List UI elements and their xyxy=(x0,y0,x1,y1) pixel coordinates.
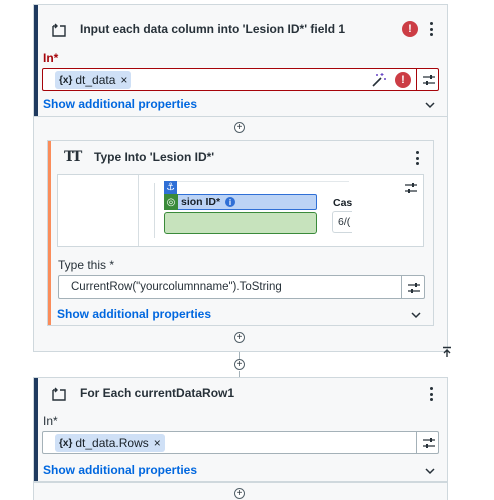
in-field[interactable]: {x} dt_data.Rows × xyxy=(42,431,439,454)
show-additional-properties-link[interactable]: Show additional properties xyxy=(57,307,211,321)
in-label: In* xyxy=(43,414,58,428)
activity-card-for-each[interactable]: For Each currentDataRow1 In* {x} dt_data… xyxy=(33,377,448,482)
property-options-icon[interactable] xyxy=(421,437,437,449)
magic-wand-icon[interactable] xyxy=(371,72,387,88)
card-accent-bar xyxy=(34,5,38,116)
property-options-icon[interactable] xyxy=(406,282,422,294)
required-mark: * xyxy=(53,51,59,65)
variable-chip[interactable]: {x} dt_data.Rows × xyxy=(55,434,165,452)
field-divider xyxy=(416,432,417,453)
preview-topline xyxy=(164,181,349,182)
property-options-icon[interactable] xyxy=(421,74,437,86)
type-this-field[interactable]: CurrentRow("yourcolumnname").ToString xyxy=(58,275,425,299)
target-input-highlight[interactable] xyxy=(164,212,317,234)
chevron-down-icon[interactable] xyxy=(424,465,436,477)
add-activity-icon[interactable]: + xyxy=(234,359,245,370)
show-additional-properties-link[interactable]: Show additional properties xyxy=(43,463,197,477)
chip-remove-button[interactable]: × xyxy=(154,436,161,450)
activity-title: For Each currentDataRow1 xyxy=(80,386,235,400)
info-icon: i xyxy=(225,197,235,207)
target-label-highlight[interactable]: ◎ sion ID* i xyxy=(164,194,317,210)
preview-cell-value: 6/( xyxy=(338,216,351,228)
add-activity-icon[interactable]: + xyxy=(234,122,245,133)
variable-icon: {x} xyxy=(59,74,73,86)
type-into-icon: TT xyxy=(64,149,82,165)
activity-card-type-into[interactable]: TT Type Into 'Lesion ID*' ⚓ ◎ sion ID* i… xyxy=(47,140,434,326)
field-error-icon[interactable]: ! xyxy=(395,72,411,88)
show-additional-properties-link[interactable]: Show additional properties xyxy=(43,97,197,111)
in-field[interactable]: {x} dt_data × ! xyxy=(42,68,439,91)
chip-remove-button[interactable]: × xyxy=(120,73,127,87)
type-this-label: Type this * xyxy=(58,258,114,272)
kebab-menu-icon[interactable] xyxy=(424,20,438,38)
target-icon: ◎ xyxy=(164,194,178,210)
in-label-text: In xyxy=(43,414,54,428)
activity-card-input-column[interactable]: Input each data column into 'Lesion ID*'… xyxy=(33,4,448,116)
field-divider xyxy=(416,69,417,90)
preview-column-cell: 6/( xyxy=(332,211,352,233)
required-mark: * xyxy=(53,414,58,428)
chip-label: dt_data.Rows xyxy=(75,436,149,450)
add-activity-icon[interactable]: + xyxy=(234,332,245,343)
target-preview[interactable]: ⚓ ◎ sion ID* i Cas 6/( xyxy=(57,174,424,247)
kebab-menu-icon[interactable] xyxy=(410,149,424,167)
anchor-icon[interactable]: ⚓ xyxy=(164,181,177,194)
activity-title: Input each data column into 'Lesion ID*'… xyxy=(80,22,346,36)
card-accent-bar xyxy=(48,141,51,325)
preview-field-label: sion ID* xyxy=(181,196,221,208)
error-icon[interactable]: ! xyxy=(402,21,418,37)
loop-icon xyxy=(52,23,66,37)
type-this-label-text: Type this xyxy=(58,258,107,272)
variable-icon: {x} xyxy=(59,437,73,449)
kebab-menu-icon[interactable] xyxy=(424,385,438,403)
chevron-down-icon[interactable] xyxy=(410,309,422,321)
preview-column-header: Cas xyxy=(333,197,353,209)
chevron-down-icon[interactable] xyxy=(424,99,436,111)
add-activity-icon[interactable]: + xyxy=(234,488,245,499)
card-accent-bar xyxy=(34,378,38,481)
variable-chip[interactable]: {x} dt_data × xyxy=(55,71,132,89)
in-label-text: In xyxy=(43,51,54,65)
chip-label: dt_data xyxy=(75,73,116,87)
loop-icon xyxy=(52,387,66,401)
in-label: In* xyxy=(43,51,58,65)
required-mark: * xyxy=(109,258,115,272)
type-this-value[interactable]: CurrentRow("yourcolumnname").ToString xyxy=(71,281,282,293)
activity-title: Type Into 'Lesion ID*' xyxy=(94,150,215,164)
preview-divider xyxy=(138,175,139,246)
field-divider xyxy=(401,276,402,298)
preview-divider xyxy=(154,183,155,238)
collapse-top-icon[interactable] xyxy=(441,346,453,358)
property-options-icon[interactable] xyxy=(403,182,419,194)
